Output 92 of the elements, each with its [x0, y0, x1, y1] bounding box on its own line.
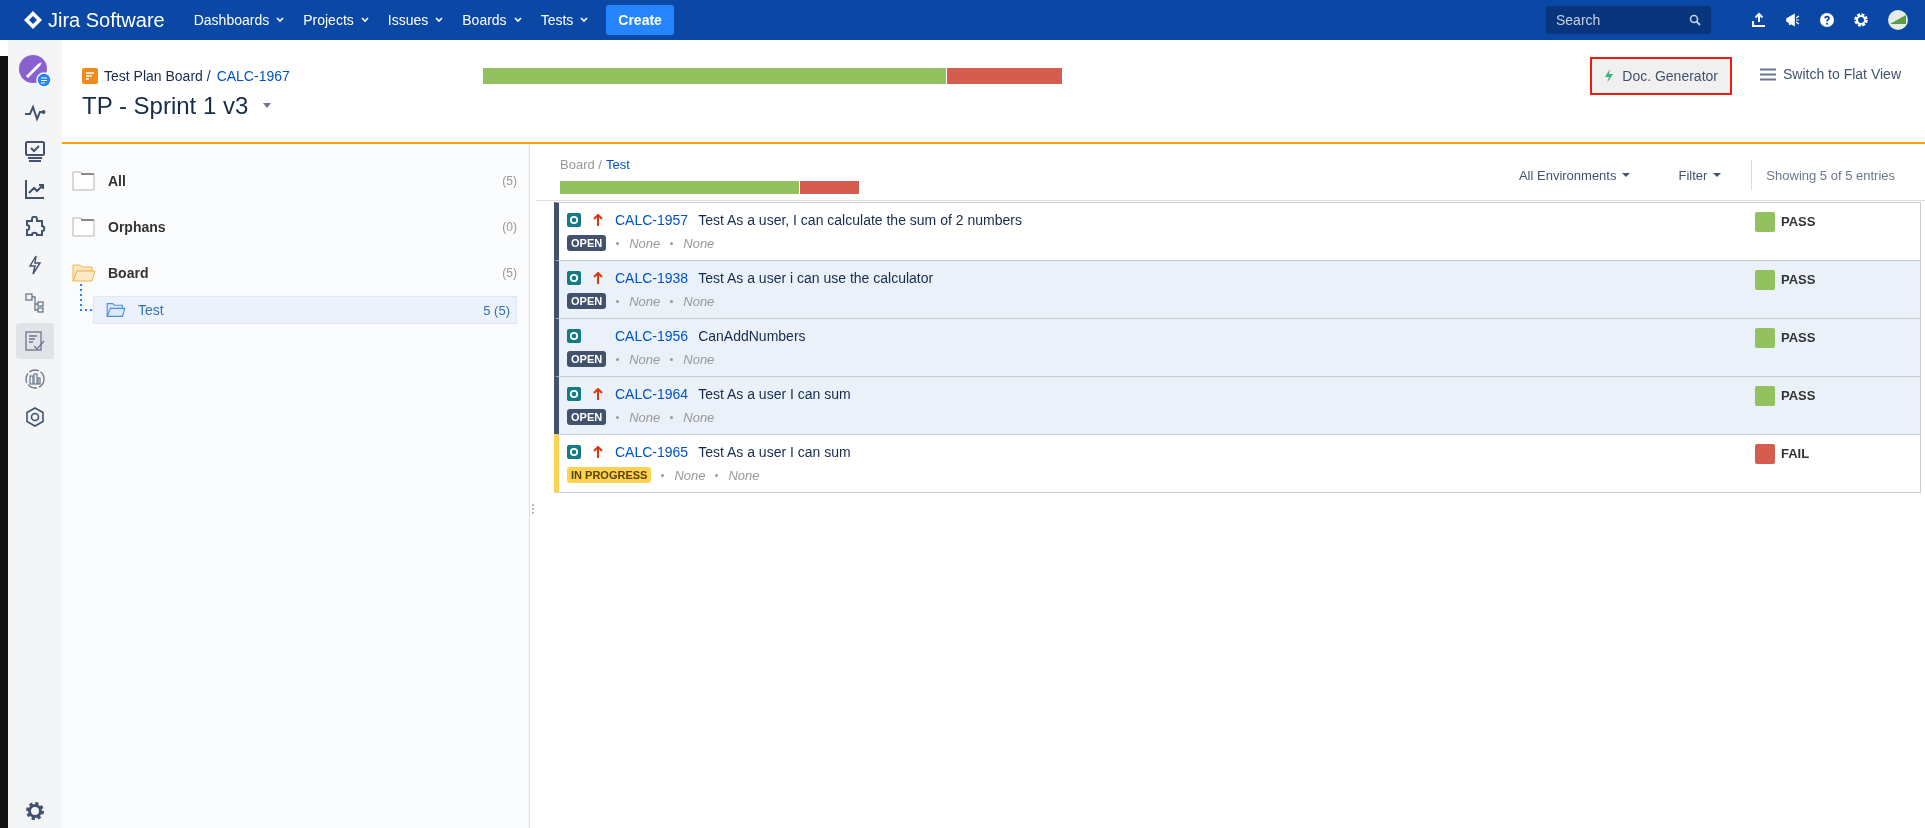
menu-icon	[1760, 67, 1776, 81]
test-row[interactable]: CALC-1956 CanAddNumbers OPEN None None PASS	[554, 318, 1921, 376]
hexagon-icon	[24, 406, 46, 428]
diamond-logo-icon	[24, 11, 42, 29]
test-type-icon	[567, 329, 581, 343]
checklist-icon	[24, 330, 46, 352]
resize-handle[interactable]	[532, 504, 534, 516]
filter-dropdown[interactable]: Filter	[1672, 166, 1728, 184]
nav-menu-item[interactable]: Dashboards	[184, 6, 295, 34]
status-badge: OPEN	[567, 235, 607, 251]
folder-link[interactable]: Test	[605, 156, 630, 172]
test-row[interactable]: CALC-1965 Test As a user I can sum IN PROGRESS None None FAIL	[554, 434, 1921, 492]
test-summary: Test As a user I can sum	[698, 444, 851, 460]
test-row[interactable]: CALC-1964 Test As a user I can sum OPEN None None PASS	[554, 376, 1921, 434]
test-type-icon	[567, 213, 581, 227]
issue-key-link[interactable]: CALC-1964	[615, 386, 689, 402]
field-value: None	[683, 293, 715, 309]
caret-icon	[1622, 172, 1631, 178]
test-type-icon	[567, 387, 581, 401]
result-label: PASS	[1781, 213, 1816, 231]
issue-key-link[interactable]: CALC-1965	[615, 444, 689, 460]
field-value: None	[629, 235, 661, 251]
field-value: None	[629, 351, 661, 367]
page-title: TP - Sprint 1 v3	[82, 92, 249, 120]
test-row[interactable]: CALC-1938 Test As a user i can use the calculator OPEN None None PASS	[554, 260, 1921, 318]
tree-item[interactable]: Orphans (0)	[72, 204, 517, 250]
caret-icon[interactable]	[262, 103, 273, 109]
tree-item[interactable]: Board (5)	[72, 250, 517, 296]
lightning-icon	[1604, 69, 1615, 83]
entries-count-text: Showing 5 of 5 entries	[1766, 167, 1895, 183]
project-avatar-icon[interactable]	[18, 54, 52, 88]
field-value: None	[683, 409, 715, 425]
test-summary: Test As a user i can use the calculator	[698, 270, 934, 286]
nav-menu-item[interactable]: Projects	[294, 6, 379, 34]
issue-key-link[interactable]: CALC-1967	[216, 68, 290, 84]
puzzle-icon	[24, 216, 46, 238]
result-label: FAIL	[1781, 445, 1810, 463]
issue-key-link[interactable]: CALC-1956	[615, 328, 689, 344]
environments-dropdown[interactable]: All Environments	[1512, 166, 1637, 184]
chart-line-icon	[24, 178, 46, 200]
user-avatar-icon[interactable]	[1887, 9, 1909, 31]
field-value: None	[683, 351, 715, 367]
issue-key-link[interactable]: CALC-1957	[615, 212, 689, 228]
status-badge: OPEN	[567, 409, 607, 425]
nav-menu-item[interactable]: Tests	[531, 6, 599, 34]
caret-icon	[1713, 172, 1722, 178]
field-value: None	[629, 293, 661, 309]
nav-menu-item[interactable]: Boards	[453, 6, 532, 34]
monitor-check-icon	[24, 140, 46, 162]
chevron-down-icon	[275, 16, 286, 24]
upload-icon[interactable]	[1751, 12, 1767, 28]
chevron-down-icon	[512, 16, 523, 24]
hierarchy-icon	[24, 292, 46, 314]
search-icon	[1689, 14, 1701, 26]
board-icon	[82, 68, 98, 84]
status-badge: OPEN	[567, 351, 607, 367]
help-icon[interactable]	[1819, 12, 1835, 28]
create-button[interactable]: Create	[606, 5, 674, 35]
test-summary: Test As a user I can sum	[698, 386, 851, 402]
result-label: PASS	[1781, 271, 1816, 289]
breadcrumb-text: Board /	[560, 156, 602, 172]
field-value: None	[629, 409, 661, 425]
search-field[interactable]: Search	[1546, 6, 1711, 34]
field-value: None	[674, 467, 706, 483]
issue-key-link[interactable]: CALC-1938	[615, 270, 689, 286]
megaphone-icon[interactable]	[1785, 12, 1801, 28]
status-badge: IN PROGRESS	[567, 467, 652, 483]
flat-view-button[interactable]: Switch to Flat View	[1760, 60, 1901, 88]
app-logo-text[interactable]: Jira Software	[48, 8, 165, 32]
test-type-icon	[567, 271, 581, 285]
nav-menu-item[interactable]: Issues	[378, 6, 454, 34]
field-value: None	[683, 235, 715, 251]
pulse-icon	[24, 102, 46, 124]
chevron-down-icon	[434, 16, 445, 24]
tree-item[interactable]: All (5)	[72, 158, 517, 204]
field-value: None	[728, 467, 760, 483]
test-summary: Test As a user, I can calculate the sum of 2 numbers	[698, 212, 1022, 228]
settings-icon[interactable]	[1853, 12, 1869, 28]
result-label: PASS	[1781, 329, 1816, 347]
test-row[interactable]: CALC-1957 Test As a user, I can calculate the sum of 2 numbers OPEN None None PASS	[554, 202, 1921, 260]
chart-circle-icon	[24, 368, 46, 390]
tree-item[interactable]: Test 5 (5)	[93, 296, 517, 324]
status-badge: OPEN	[567, 293, 607, 309]
test-summary: CanAddNumbers	[698, 328, 806, 344]
doc-generator-button[interactable]: Doc. Generator	[1590, 57, 1732, 95]
chevron-down-icon	[359, 16, 370, 24]
tree-connector-line	[79, 284, 93, 314]
test-type-icon	[567, 445, 581, 459]
breadcrumb-text: Test Plan Board /	[104, 68, 211, 84]
settings-icon[interactable]	[24, 800, 46, 822]
chevron-down-icon	[579, 16, 590, 24]
result-label: PASS	[1781, 387, 1816, 405]
